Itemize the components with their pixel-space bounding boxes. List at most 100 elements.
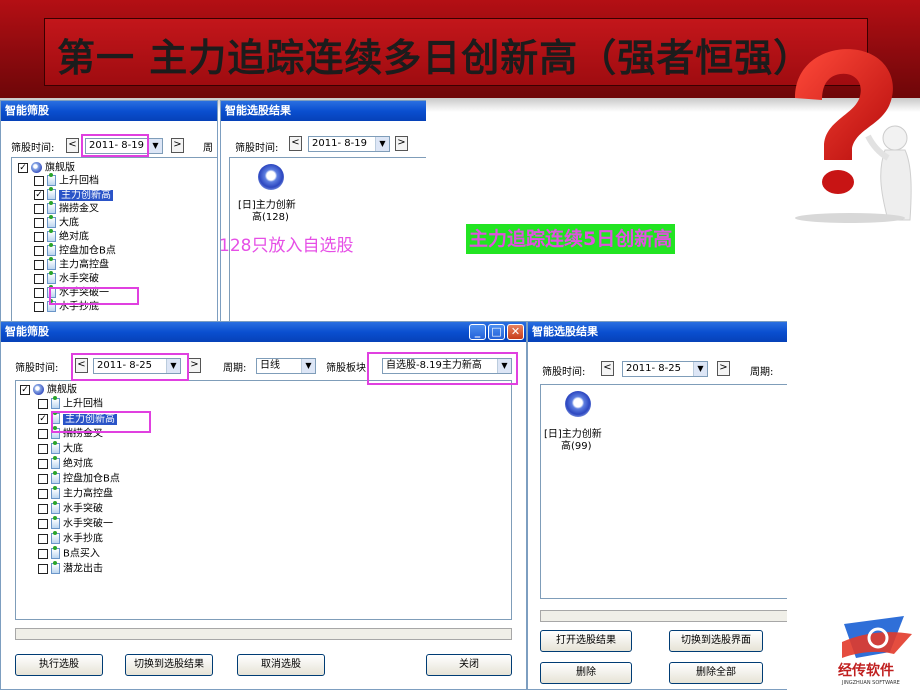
- logo-subtitle: JINGZHUAN SOFTWARE: [842, 680, 900, 686]
- period-select[interactable]: 日线 ▼: [256, 358, 316, 374]
- checkbox[interactable]: [38, 518, 48, 529]
- tree-item[interactable]: 水手突破: [34, 271, 99, 286]
- checkbox[interactable]: [34, 231, 44, 242]
- tree-item-label: 水手突破一: [63, 518, 113, 530]
- next-date-button[interactable]: >: [717, 361, 730, 376]
- checkbox[interactable]: [34, 245, 44, 256]
- tree-item[interactable]: 水手突破: [38, 501, 103, 516]
- logo-text: 经传软件: [838, 663, 894, 679]
- strategy-icon: [47, 271, 56, 284]
- chevron-down-icon: ▼: [301, 359, 315, 373]
- tree-item[interactable]: 大底: [34, 215, 79, 230]
- checkbox[interactable]: [34, 301, 44, 312]
- prev-date-button[interactable]: <: [289, 136, 302, 151]
- tree-item-selected[interactable]: ✓ 主力创新高: [34, 187, 113, 202]
- checkbox[interactable]: [34, 175, 44, 186]
- result-icon[interactable]: [258, 164, 284, 190]
- checkbox[interactable]: [38, 488, 48, 499]
- globe-icon: [33, 384, 44, 395]
- prev-date-button[interactable]: <: [66, 138, 79, 153]
- selected-item-highlight: [49, 287, 139, 305]
- checkbox[interactable]: [38, 428, 48, 439]
- close-button[interactable]: 关闭: [426, 654, 512, 676]
- switch-to-result-button[interactable]: 切换到选股结果: [125, 654, 213, 676]
- tree-item[interactable]: 绝对底: [38, 456, 93, 471]
- window-controls: _ □ ✕: [469, 324, 524, 340]
- checkbox[interactable]: [38, 458, 48, 469]
- delete-button[interactable]: 删除: [540, 662, 632, 684]
- switch-to-screen-button[interactable]: 切换到选股界面: [669, 630, 763, 652]
- tree-item[interactable]: 主力高控盘: [34, 257, 109, 272]
- tree-item-label: 大底: [59, 217, 79, 229]
- period-label: 周期:: [750, 367, 774, 378]
- tree-item[interactable]: 上升回档: [38, 396, 103, 411]
- tree-item-label: 大底: [63, 443, 83, 455]
- date-select[interactable]: 2011- 8-19 ▼: [308, 136, 390, 152]
- checkbox[interactable]: [38, 443, 48, 454]
- checkbox[interactable]: [38, 548, 48, 559]
- cancel-screen-button[interactable]: 取消选股: [237, 654, 325, 676]
- tree-item[interactable]: B点买入: [38, 546, 100, 561]
- strategy-icon: [47, 215, 56, 228]
- period-label: 周: [203, 143, 213, 154]
- checkbox[interactable]: [34, 217, 44, 228]
- title-box: 第一 主力追踪连续多日创新高（强者恒强）: [44, 18, 868, 86]
- checkbox[interactable]: ✓: [20, 384, 30, 395]
- checkbox[interactable]: [38, 503, 48, 514]
- checkbox[interactable]: ✓: [18, 162, 28, 173]
- tree-item-label: 控盘加仓B点: [59, 245, 116, 257]
- open-result-button[interactable]: 打开选股结果: [540, 630, 632, 652]
- board-highlight: [367, 352, 518, 385]
- tree-item[interactable]: 水手抄底: [38, 531, 103, 546]
- maximize-icon[interactable]: □: [488, 324, 505, 340]
- result-list: [日]主力创新 高(99): [540, 384, 787, 599]
- tree-item[interactable]: 潜龙出击: [38, 561, 103, 576]
- checkbox-checked[interactable]: ✓: [34, 189, 44, 200]
- tree-item[interactable]: 水手突破一: [38, 516, 113, 531]
- tree-item-label: B点买入: [63, 548, 100, 560]
- result-icon[interactable]: [565, 391, 591, 417]
- checkbox[interactable]: [34, 287, 44, 298]
- note-five-day-high: 主力追踪连续5日创新高: [466, 224, 676, 254]
- checkbox[interactable]: [38, 563, 48, 574]
- next-date-button[interactable]: >: [395, 136, 408, 151]
- prev-date-button[interactable]: <: [601, 361, 614, 376]
- tree-item[interactable]: 主力高控盘: [38, 486, 113, 501]
- tree-item[interactable]: 绝对底: [34, 229, 89, 244]
- minimize-icon[interactable]: _: [469, 324, 486, 340]
- checkbox[interactable]: [34, 203, 44, 214]
- tree-item-label: 控盘加仓B点: [63, 473, 120, 485]
- tree-item[interactable]: 揣捞金叉: [34, 201, 99, 216]
- tree-item[interactable]: 控盘加仓B点: [34, 243, 116, 258]
- checkbox[interactable]: [34, 259, 44, 270]
- strategy-icon: [47, 201, 56, 214]
- checkbox[interactable]: [34, 273, 44, 284]
- tree-item[interactable]: 控盘加仓B点: [38, 471, 120, 486]
- tree-item[interactable]: 上升回档: [34, 173, 99, 188]
- delete-all-button[interactable]: 删除全部: [669, 662, 763, 684]
- checkbox[interactable]: [38, 533, 48, 544]
- selected-item-highlight: [51, 411, 151, 433]
- smart-result-window-bottom: 智能选股结果 筛股时间: < 2011- 8-25 ▼ > 周期: [日]主力创…: [527, 321, 787, 690]
- run-screen-button[interactable]: 执行选股: [15, 654, 103, 676]
- strategy-icon: [51, 561, 60, 574]
- strategy-icon: [51, 471, 60, 484]
- strategy-icon: [51, 531, 60, 544]
- tree-root[interactable]: ✓ 旗舰版: [20, 384, 77, 397]
- result-label-count[interactable]: 高(99): [561, 437, 592, 452]
- strategy-icon: [47, 257, 56, 270]
- checkbox-checked[interactable]: ✓: [38, 413, 48, 424]
- chevron-down-icon: ▼: [693, 362, 707, 376]
- tree-root-label: 旗舰版: [47, 384, 77, 396]
- strategy-icon: [51, 516, 60, 529]
- result-label-count[interactable]: 高(128): [252, 208, 289, 223]
- next-date-button[interactable]: >: [171, 138, 184, 153]
- checkbox[interactable]: [38, 398, 48, 409]
- date-select[interactable]: 2011- 8-25 ▼: [622, 361, 708, 377]
- tree-root[interactable]: ✓ 旗舰版: [18, 162, 75, 175]
- tree-root-label: 旗舰版: [45, 162, 75, 174]
- checkbox[interactable]: [38, 473, 48, 484]
- close-icon[interactable]: ✕: [507, 324, 524, 340]
- tree-item[interactable]: 大底: [38, 441, 83, 456]
- next-date-button[interactable]: >: [188, 358, 201, 373]
